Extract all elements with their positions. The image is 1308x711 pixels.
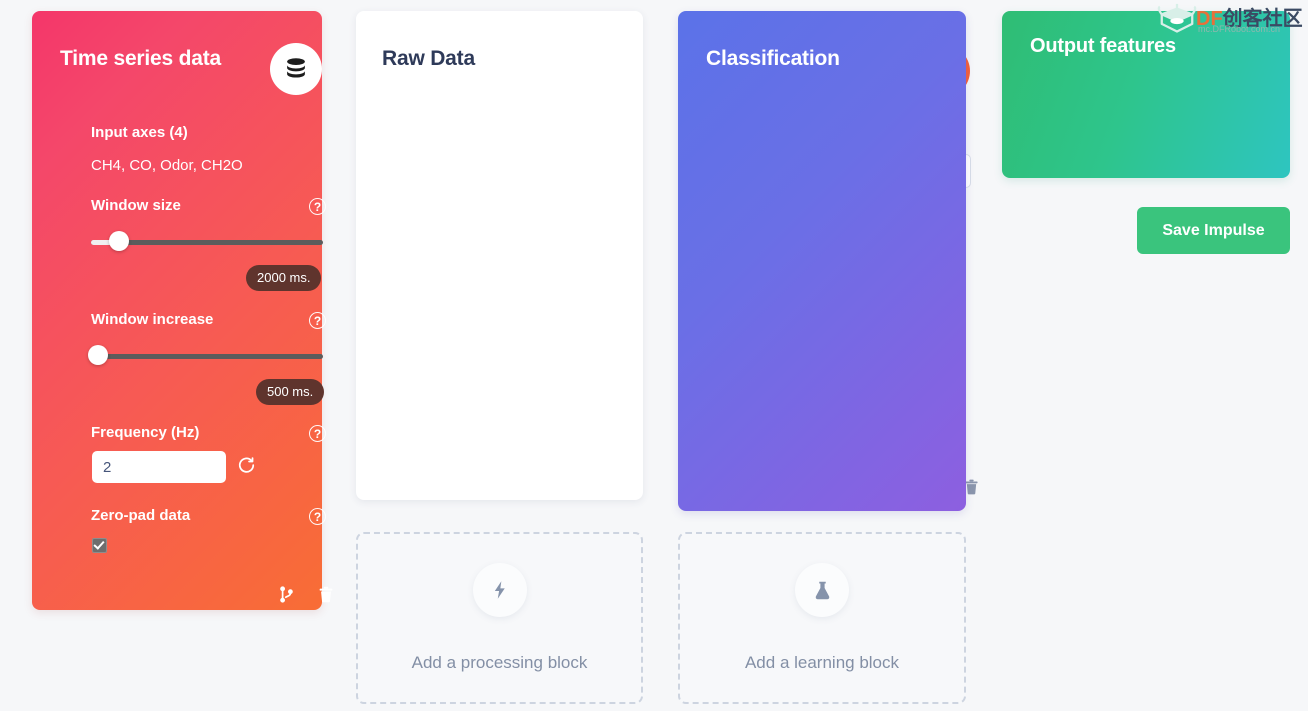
placeholder-label: Add a learning block [744,653,900,672]
input-axes-label: Input axes (4) [91,124,188,141]
database-icon [270,43,322,95]
bolt-icon [472,563,527,617]
card-title: Raw Data [382,47,475,70]
window-size-help-icon[interactable]: ? [309,198,326,215]
slider-thumb[interactable] [108,231,129,251]
trash-icon[interactable] [317,585,335,609]
output-features-card: Output features 3 (air, badmango, goodma… [1002,11,1290,178]
placeholder-label: Add a processing block [411,653,588,672]
impulse-designer-canvas: Time series data Input axes (4) CH4, CO,… [0,0,1308,711]
window-size-value: 2000 ms. [246,265,322,291]
add-learning-block-placeholder[interactable]: Add a learning block [678,532,966,704]
time-series-card-actions [278,585,335,609]
zero-pad-help-icon[interactable]: ? [309,508,326,525]
classification-block-card[interactable]: Classification Name Input features Raw D… [678,11,966,511]
card-title: Time series data [60,47,222,70]
refresh-icon[interactable] [237,456,256,480]
zero-pad-label: Zero-pad data [91,507,191,524]
window-increase-slider[interactable] [87,345,323,367]
card-title: Classification [706,47,840,70]
branch-icon[interactable] [278,585,295,609]
add-processing-block-placeholder[interactable]: Add a processing block [356,532,643,704]
window-size-label: Window size [91,197,181,214]
slider-thumb[interactable] [87,345,108,365]
window-increase-value: 500 ms. [256,379,325,405]
raw-data-block-card[interactable]: Raw Data Name Input axes (4) CH4 CO Odor… [356,11,978,500]
slider-track [91,354,323,359]
save-impulse-button[interactable]: Save Impulse [1137,207,1290,254]
time-series-data-card[interactable]: Time series data Input axes (4) CH4, CO,… [32,11,333,610]
window-size-slider[interactable] [91,231,323,253]
frequency-input[interactable] [92,451,226,483]
frequency-label: Frequency (Hz) [91,424,200,441]
frequency-help-icon[interactable]: ? [309,425,326,442]
zero-pad-checkbox[interactable] [92,538,107,553]
input-axes-value: CH4, CO, Odor, CH2O [91,157,243,174]
card-title: Output features [1030,35,1176,57]
window-increase-help-icon[interactable]: ? [309,312,326,329]
window-increase-label: Window increase [91,311,214,328]
flask-icon [795,563,849,617]
